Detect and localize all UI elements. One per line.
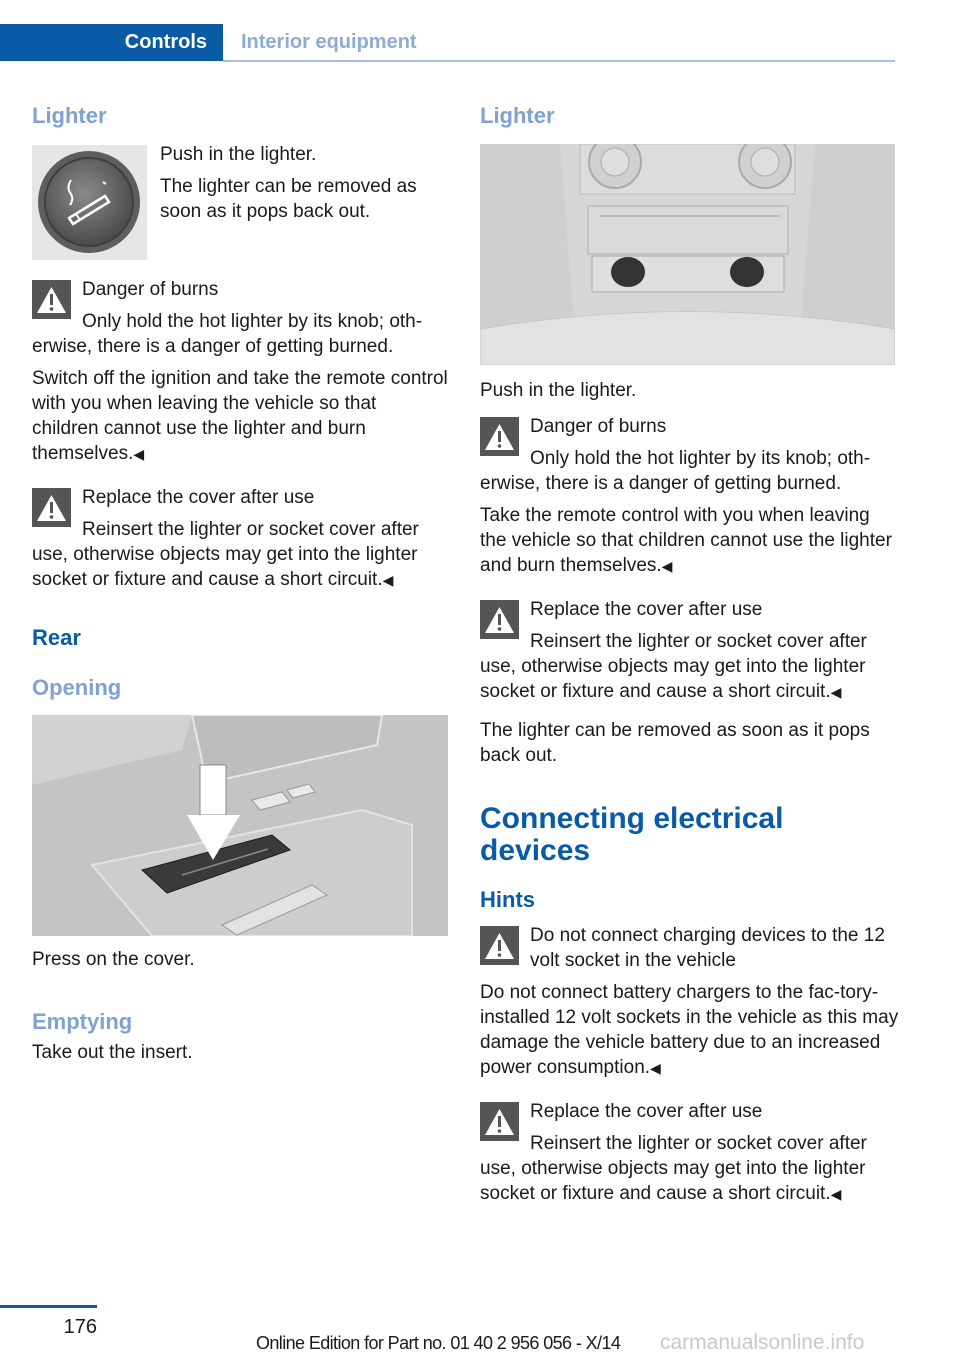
warning-body: Reinsert the lighter or socket cover aft… bbox=[480, 629, 900, 705]
edition-text: Online Edition for Part no. 01 40 2 956 … bbox=[256, 1333, 621, 1353]
opening-heading: Opening bbox=[32, 675, 122, 700]
cigarette-lighter-icon bbox=[32, 145, 147, 260]
hints-heading: Hints bbox=[480, 887, 535, 912]
rear-heading: Rear bbox=[32, 625, 81, 650]
lighter-icon-block: Push in the lighter. The lighter can be … bbox=[32, 142, 448, 260]
opening-caption: Press on the cover. bbox=[32, 949, 195, 970]
warning-body-text: Reinsert the lighter or socket cover aft… bbox=[480, 631, 867, 702]
emptying-text: Take out the insert. bbox=[32, 1042, 193, 1063]
end-mark-icon: ◀ bbox=[661, 558, 673, 574]
push-in-lighter-text: Push in the lighter. bbox=[480, 380, 637, 401]
warning-triangle-icon bbox=[480, 600, 519, 639]
warning-body: Only hold the hot lighter by its knob; o… bbox=[32, 311, 423, 357]
warning-danger-burns-right: Danger of burns Only hold the hot lighte… bbox=[480, 414, 900, 496]
end-mark-icon: ◀ bbox=[830, 684, 842, 700]
warning-replace-cover-right: Replace the cover after use Reinsert the… bbox=[480, 597, 900, 705]
warning-triangle-icon bbox=[32, 280, 71, 319]
right-column: Lighter Push in the lighter. Danger of b… bbox=[480, 103, 900, 1207]
page-header: Controls Interior equipment bbox=[0, 24, 895, 62]
warning-title: Replace the cover after use bbox=[530, 599, 763, 620]
warning-replace-cover-left: Replace the cover after use Reinsert the… bbox=[32, 485, 448, 593]
warning-replace-cover-hints: Replace the cover after use Reinsert the… bbox=[480, 1099, 900, 1207]
rear-console-lighter-image bbox=[480, 144, 895, 365]
watermark: carmanualsonline.info bbox=[660, 1331, 865, 1354]
warning-body: Do not connect battery chargers to the f… bbox=[480, 980, 900, 1081]
chapter-tab-controls[interactable]: Controls bbox=[0, 24, 223, 61]
warning-body-text: Reinsert the lighter or socket cover aft… bbox=[480, 1133, 867, 1204]
lighter-heading-left: Lighter bbox=[32, 103, 107, 128]
warning-title: Do not connect charging devices to the 1… bbox=[530, 925, 885, 971]
end-mark-icon: ◀ bbox=[382, 572, 394, 588]
emptying-heading: Emptying bbox=[32, 1009, 133, 1034]
paragraph-text: Take the remote control with you when le… bbox=[480, 505, 892, 576]
warning-triangle-icon bbox=[32, 488, 71, 527]
warning-body: Reinsert the lighter or socket cover aft… bbox=[480, 1131, 900, 1207]
lighter-heading-right: Lighter bbox=[480, 103, 555, 128]
warning-body: Reinsert the lighter or socket cover aft… bbox=[32, 517, 448, 593]
paragraph-text: Switch off the ignition and take the rem… bbox=[32, 368, 448, 464]
warning-triangle-icon bbox=[480, 1102, 519, 1141]
warning-triangle-icon bbox=[480, 926, 519, 965]
ashtray-cover-image bbox=[32, 715, 448, 936]
section-tab-interior-equipment[interactable]: Interior equipment bbox=[241, 24, 417, 61]
warning-triangle-icon bbox=[480, 417, 519, 456]
warning-title: Danger of burns bbox=[82, 279, 219, 300]
lighter-removed-text: The lighter can be removed as soon as it… bbox=[160, 176, 417, 222]
warning-title: Replace the cover after use bbox=[82, 487, 315, 508]
warning-body-text: Do not connect battery chargers to the f… bbox=[480, 982, 899, 1078]
warning-danger-burns-left: Danger of burns Only hold the hot lighte… bbox=[32, 277, 448, 359]
footer-rule bbox=[0, 1305, 97, 1308]
lighter-push-text: Push in the lighter. bbox=[160, 144, 317, 165]
warning-title: Replace the cover after use bbox=[530, 1101, 763, 1122]
remote-control-paragraph: Take the remote control with you when le… bbox=[480, 503, 900, 579]
end-mark-icon: ◀ bbox=[830, 1186, 842, 1202]
page-number: 176 bbox=[63, 1316, 97, 1338]
warning-body: Only hold the hot lighter by its knob; o… bbox=[480, 448, 871, 494]
lighter-removed-paragraph: The lighter can be removed as soon as it… bbox=[480, 720, 870, 766]
connecting-devices-heading: Connecting electrical devices bbox=[480, 802, 784, 867]
header-rule bbox=[223, 60, 895, 62]
end-mark-icon: ◀ bbox=[650, 1060, 661, 1076]
end-mark-icon: ◀ bbox=[133, 446, 145, 462]
warning-charging-devices: Do not connect charging devices to the 1… bbox=[480, 923, 900, 1081]
warning-title: Danger of burns bbox=[530, 416, 667, 437]
left-column: Lighter Push in the lighter. The lighter… bbox=[32, 103, 448, 1065]
warning-body-text: Reinsert the lighter or socket cover aft… bbox=[32, 519, 419, 590]
switch-off-paragraph: Switch off the ignition and take the rem… bbox=[32, 366, 448, 467]
